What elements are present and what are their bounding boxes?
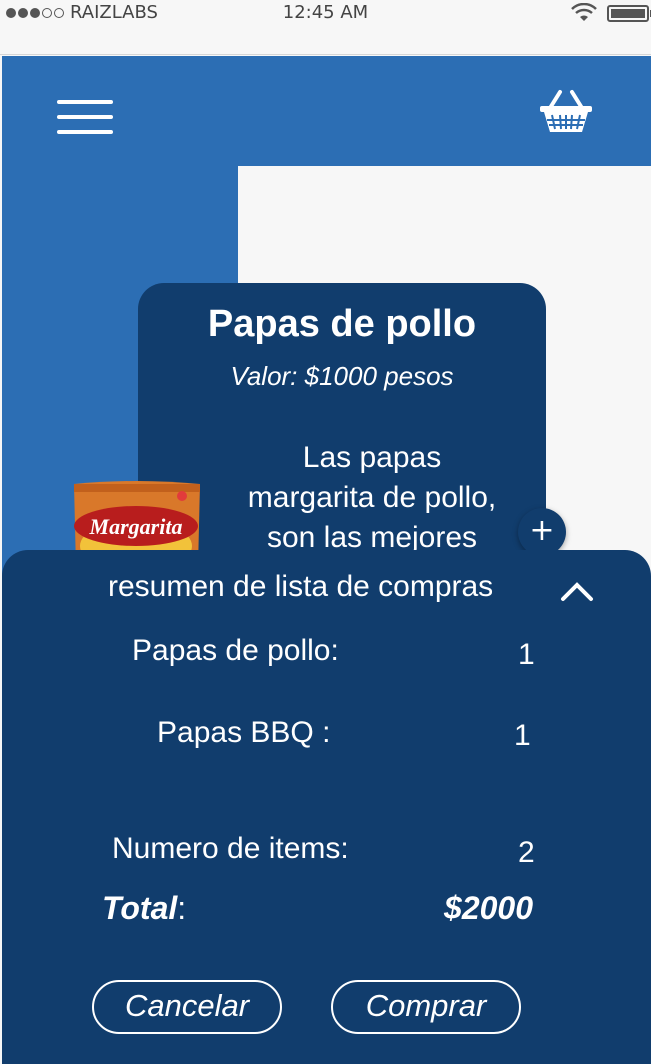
summary-item-qty: 1: [518, 638, 535, 671]
wifi-icon: [571, 3, 597, 21]
summary-item-name: Papas BBQ :: [157, 716, 331, 749]
product-description: Las papas margarita de pollo, son las me…: [198, 438, 546, 558]
product-price: Valor: $1000 pesos: [230, 361, 454, 391]
summary-item-qty: 1: [514, 719, 531, 752]
battery-icon: [607, 4, 651, 22]
total-label-text: Total: [102, 890, 178, 926]
cancel-button[interactable]: Cancelar: [92, 980, 282, 1034]
shopping-basket-icon[interactable]: [538, 88, 594, 136]
status-icons: [571, 3, 651, 23]
summary-title: resumen de lista de compras: [108, 570, 494, 603]
shopping-summary-sheet: resumen de lista de compras Papas de pol…: [2, 550, 651, 1064]
brand-text: Margarita: [89, 514, 183, 539]
buy-button[interactable]: Comprar: [331, 980, 521, 1034]
hamburger-menu-icon[interactable]: [57, 100, 113, 136]
total-label: Total:: [102, 890, 186, 927]
add-to-cart-button[interactable]: +: [518, 508, 566, 556]
clock: 12:45 AM: [282, 2, 369, 23]
total-separator: :: [177, 890, 187, 926]
product-title: Papas de pollo: [207, 303, 477, 345]
description-line: margarita de pollo,: [247, 481, 497, 514]
item-count-label: Numero de items:: [112, 832, 349, 865]
total-value: $2000: [444, 890, 533, 926]
item-count-value: 2: [518, 836, 535, 869]
chevron-up-icon[interactable]: [560, 580, 594, 602]
status-bar: RAIZLABS 12:45 AM: [0, 0, 651, 55]
summary-item-name: Papas de pollo:: [132, 634, 339, 667]
description-line: Las papas: [302, 441, 442, 474]
